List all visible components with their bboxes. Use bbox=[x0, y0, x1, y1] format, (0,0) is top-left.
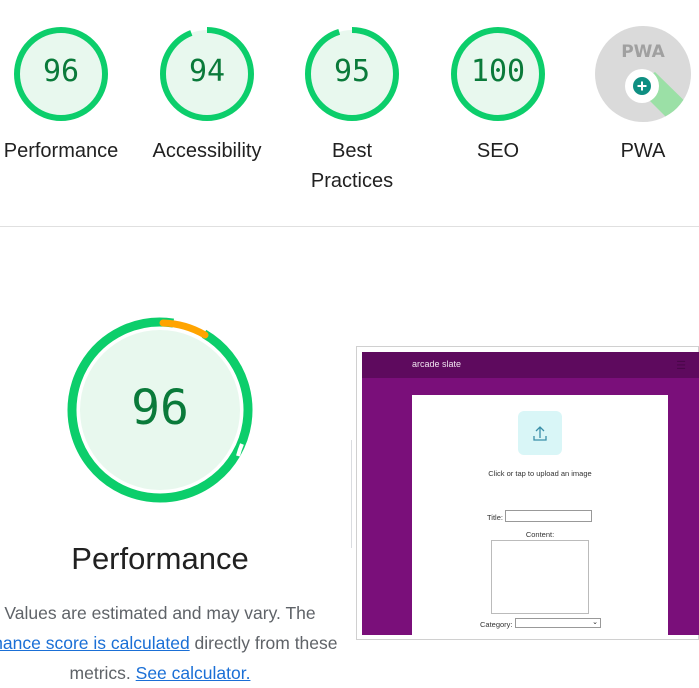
category-select: ⌄ bbox=[515, 618, 601, 628]
gauge-label-seo: SEO bbox=[476, 140, 520, 162]
upload-icon bbox=[518, 411, 562, 455]
screenshot-page: arcade slate ☰ Click or tap to upload an… bbox=[362, 352, 699, 635]
gauge-label-best-practices-line2: Practices bbox=[310, 170, 394, 192]
performance-big-score: 96 bbox=[131, 380, 189, 436]
site-brand: arcade slate bbox=[412, 359, 462, 369]
gauge-score: 94 bbox=[188, 54, 226, 89]
gauge-score: 95 bbox=[333, 54, 371, 89]
gauge-score: 96 bbox=[42, 54, 80, 89]
site-header: arcade slate ☰ bbox=[362, 352, 699, 378]
content-textarea bbox=[491, 540, 589, 614]
vertical-divider bbox=[351, 440, 352, 548]
performance-title: Performance bbox=[71, 541, 249, 576]
upload-hint: Click or tap to upload an image bbox=[488, 469, 592, 478]
see-calculator-link[interactable]: See calculator. bbox=[136, 663, 251, 683]
description-line2: rmance score is calculated directly from… bbox=[0, 628, 360, 658]
hamburger-icon: ☰ bbox=[676, 360, 686, 372]
title-input bbox=[505, 510, 592, 522]
upload-card: Click or tap to upload an image Title: C… bbox=[412, 395, 668, 635]
description-line2-rest: directly from these bbox=[189, 633, 338, 653]
gauge-label-best-practices-line1: Best bbox=[331, 140, 373, 162]
pwa-badge-icon bbox=[595, 26, 691, 122]
pwa-badge-text: PWA bbox=[621, 42, 665, 62]
title-label: Title: bbox=[487, 513, 503, 522]
chevron-down-icon: ⌄ bbox=[592, 619, 598, 626]
performance-description: Values are estimated and may vary. The r… bbox=[0, 598, 360, 688]
gauge-score: 100 bbox=[470, 54, 526, 89]
gauge-label-pwa: PWA bbox=[620, 140, 666, 162]
section-divider bbox=[0, 226, 699, 227]
gauge-label-performance: Performance bbox=[3, 140, 119, 162]
final-screenshot[interactable]: arcade slate ☰ Click or tap to upload an… bbox=[356, 346, 699, 640]
gauge-label-accessibility: Accessibility bbox=[152, 140, 262, 162]
category-label: Category: bbox=[480, 620, 513, 629]
score-calculated-link[interactable]: rmance score is calculated bbox=[0, 633, 190, 653]
description-line3-prefix: metrics. bbox=[69, 663, 136, 683]
description-line1: Values are estimated and may vary. The bbox=[4, 603, 316, 623]
description-line3: metrics. See calculator. bbox=[0, 658, 360, 688]
content-label: Content: bbox=[525, 530, 555, 539]
category-gauges: 96 Performance 94 Accessibility 95 Best … bbox=[0, 0, 699, 226]
